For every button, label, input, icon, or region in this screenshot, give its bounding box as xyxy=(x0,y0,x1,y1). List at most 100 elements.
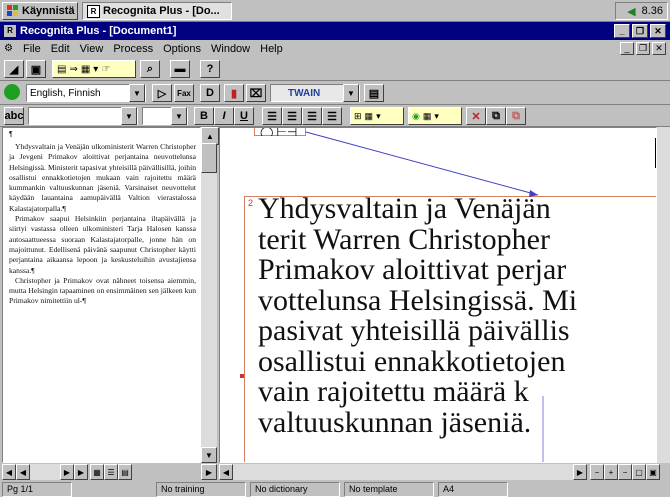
scroll-thumb[interactable] xyxy=(201,143,217,173)
underline-button[interactable]: U xyxy=(234,107,254,125)
scanner-settings-icon[interactable]: ▤ xyxy=(364,84,384,102)
restore-icon[interactable]: ❐ xyxy=(632,24,648,38)
start-button[interactable]: Käynnistä xyxy=(2,2,78,20)
left-vertical-scrollbar[interactable]: ▲ ▼ xyxy=(201,127,219,463)
scanned-line: valtuuskunnan jäseniä. xyxy=(258,405,532,439)
app-icon: R xyxy=(87,4,100,18)
close-icon[interactable]: ✕ xyxy=(650,24,666,38)
doc-close-icon[interactable]: ✕ xyxy=(652,42,666,55)
title-bar: R Recognita Plus - [Document1] _ ❐ ✕ xyxy=(0,22,670,40)
scanned-line: Yhdysvaltain ja Venäjän xyxy=(258,192,551,225)
menu-file[interactable]: File xyxy=(23,43,41,55)
left-scroll-right-icon[interactable]: ▶ xyxy=(201,464,217,480)
doc-minimize-icon[interactable]: _ xyxy=(620,42,634,55)
zone-link-line xyxy=(305,131,539,196)
text-paragraph: Primakov saapui Helsinkiin perjantaina i… xyxy=(9,214,196,275)
find-icon[interactable]: ⌕ xyxy=(140,60,160,78)
image-scroll-right-icon[interactable]: ▶ xyxy=(573,464,587,480)
zone-type-icon: ⊞ xyxy=(354,110,362,121)
last-page-icon[interactable]: ▶ xyxy=(74,464,88,480)
text-editor-pane[interactable]: ¶ Yhdysvaltain ja Venäjän ulkoministerit… xyxy=(2,127,201,463)
underline-label: U xyxy=(240,110,248,122)
bold-label: B xyxy=(200,110,208,122)
dropdown-arrow-icon: ▼ xyxy=(129,84,145,102)
right-vertical-scrollbar[interactable] xyxy=(657,127,670,463)
start-label: Käynnistä xyxy=(22,5,75,17)
italic-label: I xyxy=(222,110,226,122)
hand-icon: ☞ xyxy=(101,63,111,75)
scroll-down-icon[interactable]: ▼ xyxy=(201,447,217,463)
app-icon[interactable]: R xyxy=(4,25,16,37)
image-scroll-track[interactable] xyxy=(233,464,573,480)
open-icon[interactable]: ▣ xyxy=(26,60,46,78)
italic-button[interactable]: I xyxy=(214,107,234,125)
view-text-icon[interactable]: ☰ xyxy=(104,464,118,480)
image-view-icon[interactable]: ▣ xyxy=(646,464,660,480)
menu-process[interactable]: Process xyxy=(113,43,153,55)
scan-icon[interactable]: ◢ xyxy=(4,60,24,78)
align-right-icon[interactable]: ☰ xyxy=(302,107,322,125)
zone-split-icon[interactable]: ⧉ xyxy=(486,107,506,125)
recognize-icon: ▦ xyxy=(80,63,91,75)
image-view-pane[interactable]: ◯ ⊢⊣ 2 Yhdysvaltain ja Venäjän terit War… xyxy=(219,127,657,463)
scanned-line: vottelunsa Helsingissä. Mi xyxy=(258,283,578,317)
recognition-tools-button[interactable]: ◉ ▦ ▾ xyxy=(408,107,462,125)
menu-window[interactable]: Window xyxy=(211,43,250,55)
process-steps-button[interactable]: ▤ ⇒ ▦ ▾ ☞ xyxy=(52,60,136,78)
zoom-in-icon[interactable]: + xyxy=(604,464,618,480)
doc-restore-icon[interactable]: ❐ xyxy=(636,42,650,55)
dropdown-arrow-icon: ▼ xyxy=(121,107,137,125)
red-page-icon[interactable]: ▮ xyxy=(224,84,244,102)
delete-icon[interactable]: ✕ xyxy=(466,107,486,125)
first-page-icon[interactable]: ◀ xyxy=(2,464,16,480)
zone-icon[interactable]: ⌧ xyxy=(246,84,266,102)
document-icon[interactable]: ⚙ xyxy=(4,43,13,54)
menu-bar: ⚙ File Edit View Process Options Window … xyxy=(0,40,670,57)
page-scroll-track[interactable] xyxy=(30,464,60,480)
align-center-icon[interactable]: ☰ xyxy=(282,107,302,125)
font-select[interactable]: ▼ xyxy=(28,107,138,125)
view-split-icon[interactable]: ▤ xyxy=(118,464,132,480)
menu-help[interactable]: Help xyxy=(260,43,283,55)
minimize-icon[interactable]: _ xyxy=(614,24,630,38)
taskbar-window-button[interactable]: R Recognita Plus - [Do... xyxy=(82,2,232,20)
next-page-icon[interactable]: ▶ xyxy=(60,464,74,480)
font-size-select[interactable]: ▼ xyxy=(142,107,188,125)
dropdown-arrow-icon: ▼ xyxy=(343,84,359,102)
bottom-navigation-bar: ◀ ◀ ▶ ▶ ▦ ☰ ▤ ▶ ◀ ▶ − + − ▢ ▣ xyxy=(0,463,670,481)
globe-icon[interactable] xyxy=(4,84,20,100)
text-paragraph: Yhdysvaltain ja Venäjän ulkoministerit W… xyxy=(9,142,196,213)
language-select[interactable]: English, Finnish ▼ xyxy=(26,84,146,102)
view-thumbnails-icon[interactable]: ▦ xyxy=(90,464,104,480)
scanned-line: terit Warren Christopher xyxy=(258,222,550,256)
help-pointer-icon[interactable]: ? xyxy=(200,60,220,78)
scanned-line: osallistui ennakkotietojen xyxy=(258,344,566,378)
clock: 8.36 xyxy=(641,5,663,17)
prev-page-icon[interactable]: ◀ xyxy=(16,464,30,480)
zone-merge-icon[interactable]: ⧉ xyxy=(506,107,526,125)
scanner-select[interactable]: TWAIN ▼ xyxy=(270,84,360,102)
zoom-out-icon[interactable]: − xyxy=(590,464,604,480)
justify-icon[interactable]: ☰ xyxy=(322,107,342,125)
page-view-icon[interactable]: ▢ xyxy=(632,464,646,480)
page-icon[interactable]: D xyxy=(200,84,220,102)
save-icon[interactable]: ▬ xyxy=(170,60,190,78)
zoom-fit-icon[interactable]: − xyxy=(618,464,632,480)
dropdown-arrow-icon: ▾ xyxy=(434,110,439,121)
play-icon[interactable]: ▷ xyxy=(152,84,172,102)
grid-icon: ▦ xyxy=(422,110,432,121)
menu-options[interactable]: Options xyxy=(163,43,201,55)
align-left-icon[interactable]: ☰ xyxy=(262,107,282,125)
page-indicator: Pg 1/1 xyxy=(2,481,72,497)
dropdown-arrow-icon: ▼ xyxy=(171,107,187,125)
recognized-text[interactable]: Yhdysvaltain ja Venäjän ulkoministerit W… xyxy=(3,138,200,307)
image-scroll-left-icon[interactable]: ◀ xyxy=(219,464,233,480)
bold-button[interactable]: B xyxy=(194,107,214,125)
zone-tools-button[interactable]: ⊞ ▦ ▾ xyxy=(350,107,404,125)
menu-edit[interactable]: Edit xyxy=(51,43,70,55)
status-bar: Pg 1/1 No training No dictionary No temp… xyxy=(0,481,670,497)
abc-icon[interactable]: abc xyxy=(4,107,24,125)
fax-button[interactable]: Fax xyxy=(174,84,194,102)
menu-view[interactable]: View xyxy=(80,43,104,55)
speaker-icon[interactable]: ◀ xyxy=(627,5,635,18)
